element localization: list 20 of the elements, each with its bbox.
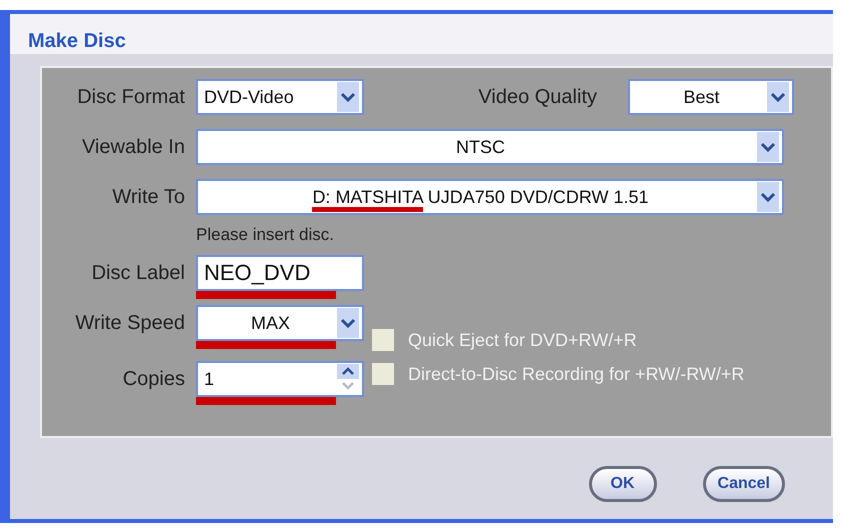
field-label: Write To — [111, 186, 185, 208]
checkbox-label: Quick Eject for DVD+RW/+R — [408, 330, 637, 350]
field-label: Disc Label — [90, 262, 185, 284]
field-label: Video Quality — [477, 86, 597, 108]
checkbox-label: Direct-to-Disc Recording for +RW/-RW/+R — [408, 364, 744, 384]
dropdown[interactable]: NTSC — [196, 129, 784, 165]
dropdown[interactable]: D: MATSHITA UJDA750 DVD/CDRW 1.51 — [196, 179, 784, 215]
dropdown[interactable]: DVD-Video — [196, 79, 364, 115]
field-label: Viewable In — [80, 136, 185, 158]
field-label: Write Speed — [74, 312, 185, 334]
dropdown[interactable]: Best — [628, 79, 794, 115]
ok-button[interactable]: OK — [588, 466, 657, 502]
window-title: Make Disc — [10, 14, 833, 54]
input-field[interactable]: NEO_DVD — [196, 255, 364, 291]
dropdown[interactable]: MAX — [196, 305, 364, 341]
cancel-button[interactable]: Cancel — [702, 466, 785, 502]
field-label: Disc Format — [76, 86, 185, 108]
spin-field[interactable]: 1 — [196, 361, 364, 397]
field-label: Copies — [122, 368, 185, 390]
status-message: Please insert disc. — [196, 225, 334, 245]
